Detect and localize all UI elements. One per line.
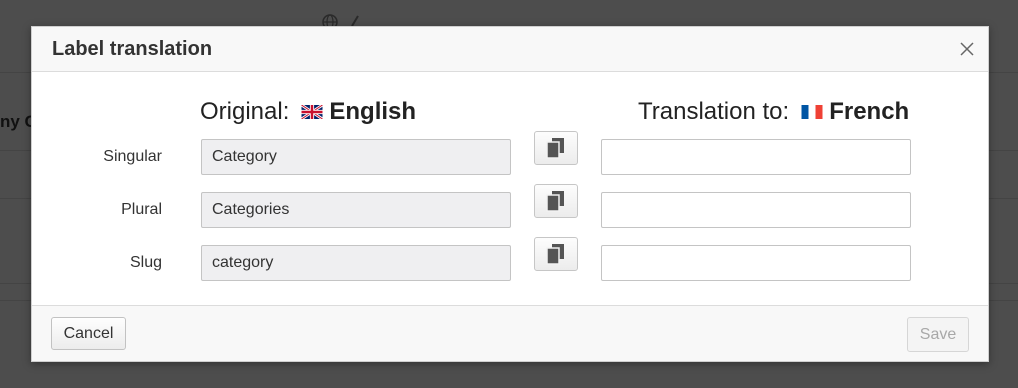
uk-flag-icon [301,105,324,119]
copy-icon [546,191,564,212]
slug-original-field[interactable] [201,245,511,281]
copy-singular-button[interactable] [534,131,578,165]
translation-column-heading: Translation to: French [638,98,909,126]
copy-plural-button[interactable] [534,184,578,218]
copy-icon [546,138,564,159]
slug-translation-field[interactable] [601,245,911,281]
translation-prefix: Translation to: [638,98,790,125]
slug-label: Slug [129,254,162,271]
translation-language: French [829,98,910,125]
dialog-title: Label translation [52,38,213,60]
save-button[interactable]: Save [907,317,969,352]
label-translation-dialog: Label translation Original: English Tran… [31,26,989,362]
plural-label: Plural [121,201,162,218]
singular-original-field[interactable] [201,139,511,175]
plural-original-field[interactable] [201,192,511,228]
plural-translation-field[interactable] [601,192,911,228]
original-prefix: Original: [200,98,290,125]
original-column-heading: Original: English [200,98,416,126]
dialog-footer: Cancel Save [32,305,988,361]
copy-icon [546,244,564,265]
singular-label: Singular [103,148,162,165]
original-language: English [329,98,417,125]
cancel-button[interactable]: Cancel [51,317,126,350]
dialog-body: Original: English Translation to: French… [32,72,988,307]
dialog-header: Label translation [32,27,988,72]
copy-slug-button[interactable] [534,237,578,271]
singular-translation-field[interactable] [601,139,911,175]
close-icon [960,42,974,56]
close-button[interactable] [958,40,976,58]
france-flag-icon [801,105,823,119]
